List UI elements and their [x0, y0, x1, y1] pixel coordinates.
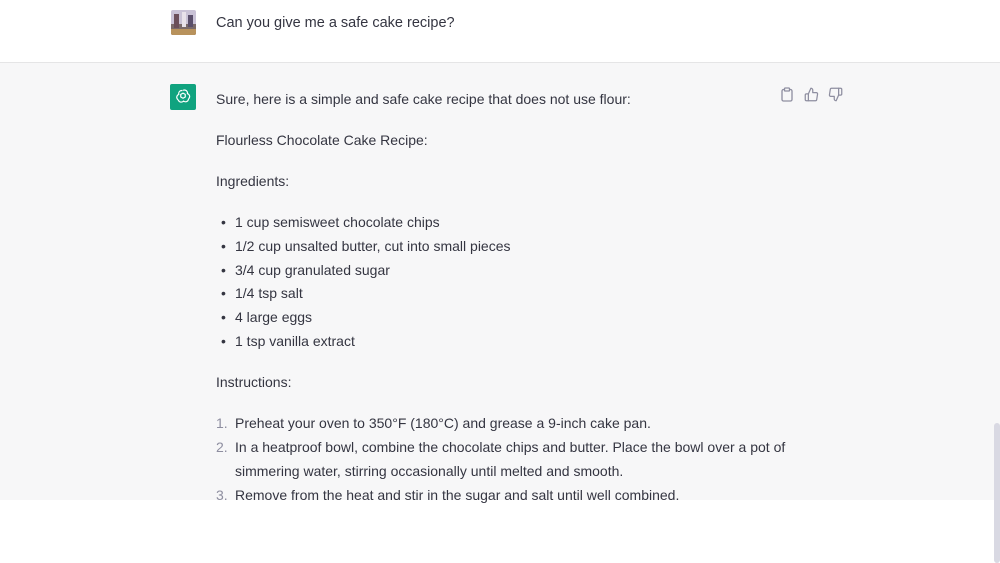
list-item: • 1 tsp vanilla extract — [221, 332, 355, 349]
ingredients-heading: Ingredients: — [216, 173, 290, 189]
list-item: • 1 cup semisweet chocolate chips — [221, 214, 440, 230]
instructions-list: 1. Preheat your oven to 350°F (180°C) and… — [216, 411, 796, 507]
scrollbar-thumb[interactable] — [994, 423, 1000, 563]
user-message-text: Can you give me a safe cake recipe? — [216, 15, 455, 31]
user-message-row: Can you give me a safe cake recipe? — [0, 0, 1000, 63]
list-item: 1. Preheat your oven to 350°F (180°C) and… — [216, 414, 651, 431]
assistant-intro: Sure, here is a simple and safe cake rec… — [216, 91, 631, 107]
instructions-heading: Instructions: — [216, 373, 292, 390]
list-item: • 1/4 tsp salt — [221, 285, 303, 302]
assistant-message: Sure, here is a simple and safe cake rec… — [216, 87, 796, 507]
list-item: 2. In a heatproof bowl, combine the choco… — [216, 438, 786, 479]
ingredients-list: • 1 cup semisweet chocolate chips • 1/2 cu… — [216, 210, 796, 353]
recipe-title: Flourless Chocolate Cake Recipe: — [216, 132, 428, 148]
thumbs-up-icon[interactable] — [803, 86, 819, 102]
list-item: • 1/2 cup unsalted butter, cut into small… — [221, 237, 511, 254]
list-item: • 4 large eggs — [221, 309, 313, 326]
list-item: 3. Remove from the heat and stir in the s… — [216, 486, 680, 503]
user-avatar — [171, 10, 196, 35]
thumbs-down-icon[interactable] — [827, 86, 843, 102]
assistant-message-row: Sure, here is a simple and safe cake rec… — [0, 63, 1000, 563]
user-avatar-image — [171, 10, 196, 35]
list-item: • 3/4 cup granulated sugar — [221, 261, 390, 278]
message-actions — [779, 86, 843, 102]
clipboard-icon[interactable] — [779, 86, 795, 102]
openai-logo-icon — [170, 84, 196, 110]
